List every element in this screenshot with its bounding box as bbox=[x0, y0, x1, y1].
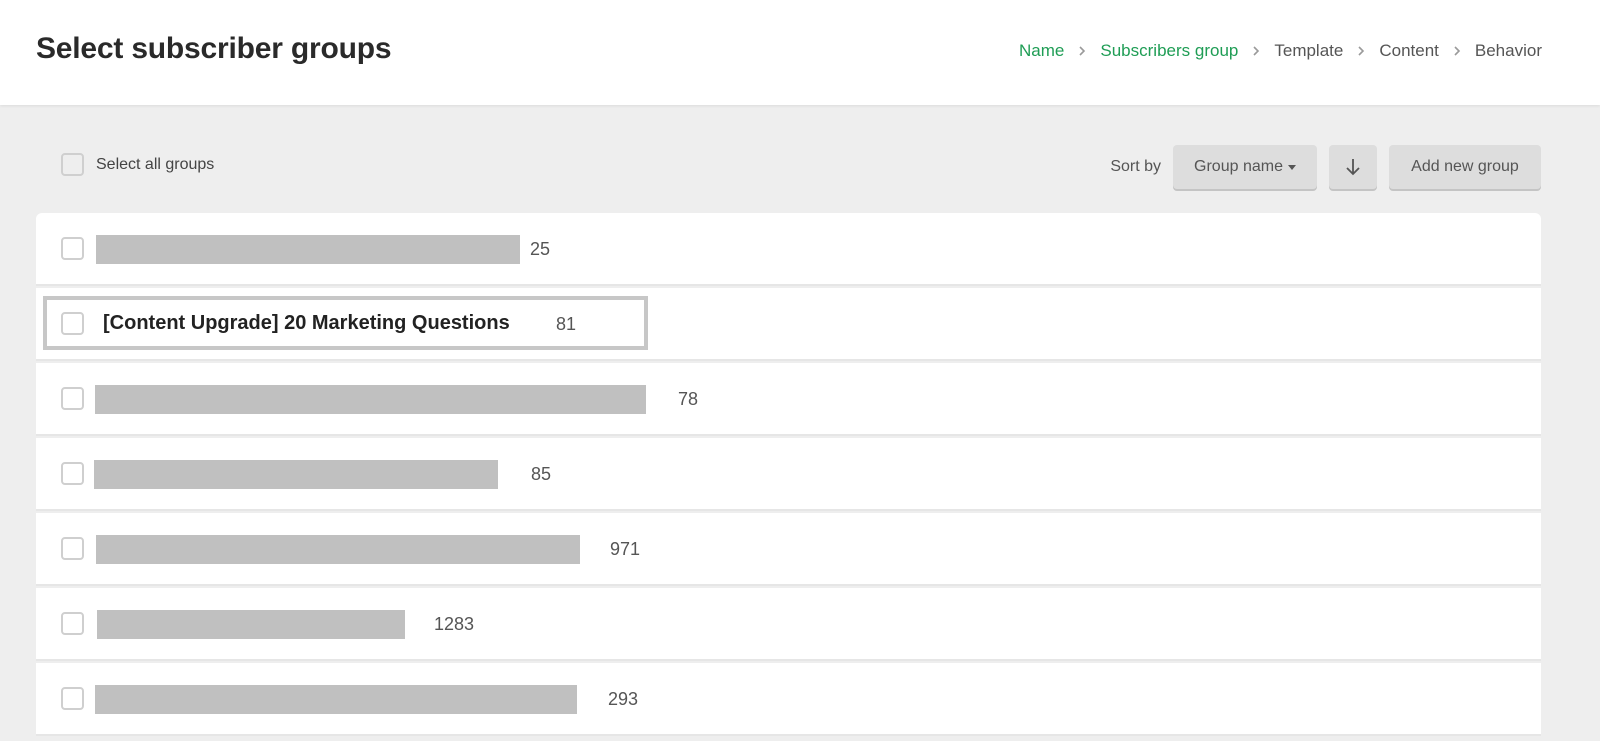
sort-field-value: Group name bbox=[1194, 158, 1283, 175]
breadcrumb-step-content: Content bbox=[1379, 41, 1439, 60]
breadcrumb-step-behavior: Behavior bbox=[1474, 41, 1542, 60]
sort-controls: Sort by Group name Add new group bbox=[1110, 145, 1541, 189]
redacted-group-name bbox=[95, 385, 646, 414]
redacted-group-name bbox=[97, 610, 405, 639]
group-checkbox[interactable] bbox=[61, 612, 84, 635]
group-subscriber-count: 78 bbox=[678, 389, 699, 409]
group-list: 25 [Content Upgrade] 20 Marketing Questi… bbox=[36, 213, 1541, 738]
group-subscriber-count: 25 bbox=[530, 239, 551, 259]
group-row[interactable]: 25 bbox=[36, 213, 1541, 286]
select-all-label: Select all groups bbox=[96, 155, 215, 173]
group-row[interactable]: 78 bbox=[36, 363, 1541, 436]
chevron-right-icon bbox=[1076, 45, 1088, 57]
redacted-group-name bbox=[95, 685, 577, 714]
add-new-group-button[interactable]: Add new group bbox=[1389, 145, 1541, 189]
chevron-right-icon bbox=[1451, 45, 1463, 57]
breadcrumb-step-name[interactable]: Name bbox=[1019, 41, 1064, 61]
redacted-group-name bbox=[96, 535, 580, 564]
group-row[interactable]: 85 bbox=[36, 438, 1541, 511]
group-checkbox[interactable] bbox=[61, 537, 84, 560]
redacted-group-name bbox=[94, 460, 498, 489]
page-header: Select subscriber groups Name Subscriber… bbox=[0, 0, 1600, 105]
redacted-group-name bbox=[96, 235, 520, 264]
chevron-right-icon bbox=[1250, 45, 1262, 57]
sort-field-dropdown[interactable]: Group name bbox=[1173, 145, 1317, 189]
chevron-right-icon bbox=[1355, 45, 1367, 57]
groups-toolbar: Select all groups Sort by Group name Add… bbox=[36, 145, 1541, 189]
group-row[interactable]: 293 bbox=[36, 663, 1541, 736]
group-checkbox[interactable] bbox=[61, 237, 84, 260]
sort-by-label: Sort by bbox=[1110, 158, 1161, 175]
group-subscriber-count: 1283 bbox=[434, 614, 475, 634]
arrow-down-icon bbox=[1346, 159, 1360, 176]
group-name: [Content Upgrade] 20 Marketing Questions bbox=[103, 312, 510, 334]
group-row[interactable]: 971 bbox=[36, 513, 1541, 586]
group-checkbox[interactable] bbox=[61, 687, 84, 710]
select-all-groups[interactable]: Select all groups bbox=[61, 153, 214, 176]
breadcrumb-step-subscribers-group[interactable]: Subscribers group bbox=[1100, 41, 1238, 61]
group-row[interactable]: 1283 bbox=[36, 588, 1541, 661]
group-checkbox[interactable] bbox=[61, 312, 84, 335]
group-subscriber-count: 85 bbox=[531, 464, 552, 484]
sort-direction-button[interactable] bbox=[1329, 145, 1377, 189]
group-checkbox[interactable] bbox=[61, 387, 84, 410]
select-all-checkbox[interactable] bbox=[61, 153, 84, 176]
group-row[interactable]: [Content Upgrade] 20 Marketing Questions… bbox=[36, 288, 1541, 361]
page-title: Select subscriber groups bbox=[36, 32, 392, 65]
group-subscriber-count: 293 bbox=[608, 689, 639, 709]
group-subscriber-count: 81 bbox=[556, 314, 577, 334]
breadcrumb-step-template: Template bbox=[1274, 41, 1344, 60]
breadcrumb: Name Subscribers group Template Content … bbox=[1019, 41, 1542, 61]
caret-down-icon bbox=[1287, 164, 1296, 170]
group-subscriber-count: 971 bbox=[610, 539, 641, 559]
group-checkbox[interactable] bbox=[61, 462, 84, 485]
